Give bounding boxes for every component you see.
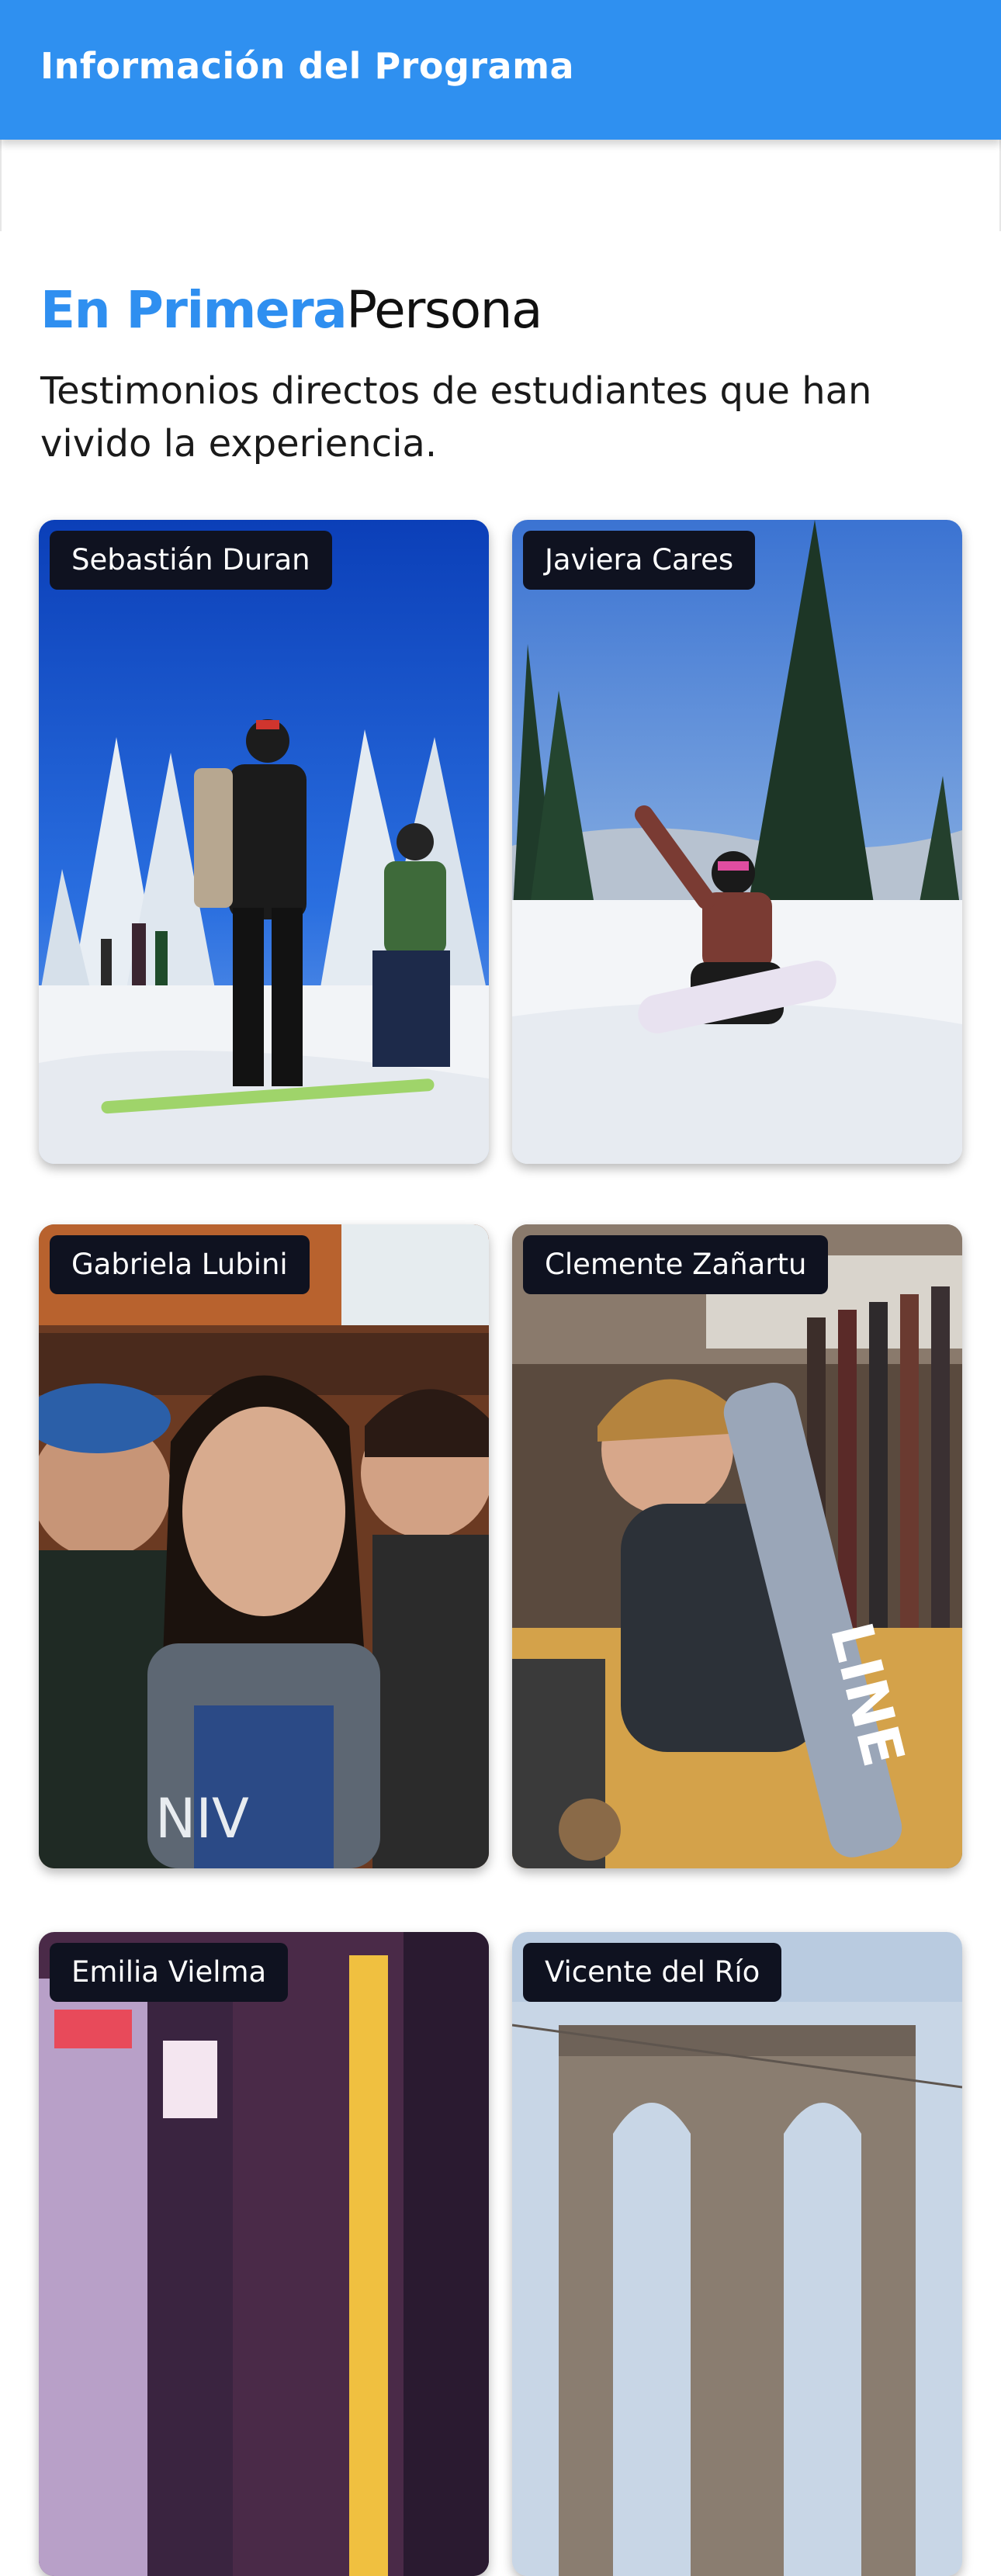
testimonial-card[interactable]: Sebastián Duran [39, 520, 489, 1164]
testimonial-name: Emilia Vielma [50, 1943, 289, 2002]
testimonial-card[interactable]: NIV Gabriela Lubini [39, 1224, 489, 1868]
testimonial-photo: LINE [512, 1224, 962, 1868]
testimonial-photo [512, 1932, 962, 2576]
app-bar-title: Información del Programa [40, 45, 575, 87]
testimonial-photo [39, 520, 489, 1164]
section-heading: En PrimeraPersona [40, 278, 542, 343]
testimonial-name: Gabriela Lubini [50, 1235, 310, 1294]
svg-text:NIV: NIV [155, 1787, 249, 1851]
testimonial-name: Sebastián Duran [50, 531, 332, 590]
section-heading-accent: En Primera [40, 280, 348, 340]
testimonial-photo [512, 520, 962, 1164]
testimonial-name: Vicente del Río [523, 1943, 782, 2002]
testimonial-card[interactable]: Emilia Vielma [39, 1932, 489, 2576]
testimonial-card[interactable]: Javiera Cares [512, 520, 962, 1164]
testimonial-card[interactable]: Vicente del Río [512, 1932, 962, 2576]
top-spacer [0, 140, 1001, 231]
section-subtitle: Testimonios directos de estudiantes que … [40, 369, 872, 466]
testimonial-photo: NIV [39, 1224, 489, 1868]
app-bar: Información del Programa [0, 0, 1001, 140]
testimonial-photo [39, 1932, 489, 2576]
testimonial-name: Javiera Cares [523, 531, 756, 590]
section-heading-plain: Persona [346, 280, 542, 340]
testimonial-name: Clemente Zañartu [523, 1235, 829, 1294]
testimonial-card[interactable]: LINE Clemente Zañartu [512, 1224, 962, 1868]
